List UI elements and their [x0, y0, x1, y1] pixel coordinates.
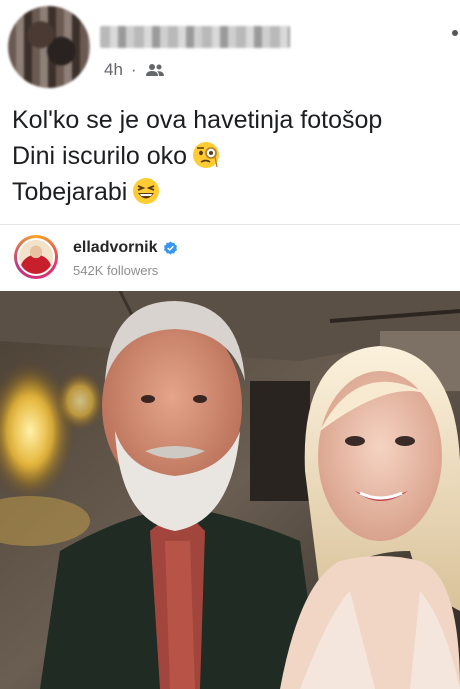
friends-icon	[145, 64, 164, 76]
post-text-line: Kol'ko se je ova havetinja fotošop	[12, 106, 383, 134]
post-photo[interactable]	[0, 291, 460, 689]
post-meta: 4h ·	[104, 60, 165, 80]
author-name-blurred[interactable]	[100, 26, 290, 48]
meta-separator: ·	[130, 60, 137, 79]
verified-badge-icon	[164, 240, 178, 255]
instagram-avatar[interactable]	[14, 235, 58, 279]
instagram-followers: 542K followers	[73, 263, 159, 278]
post-text-line: Dini iscurilo oko	[12, 138, 382, 174]
instagram-username-row: elladvornik	[73, 239, 178, 257]
post-text: Kol'ko se je ova havetinja fotošop Dini …	[12, 102, 382, 210]
post-header: 4h ·	[0, 0, 460, 90]
instagram-post-header: elladvornik 542K followers	[0, 225, 460, 291]
photo-scene	[0, 291, 460, 689]
more-options-icon[interactable]	[452, 30, 458, 36]
post-time[interactable]: 4h	[104, 60, 123, 80]
author-avatar-blurred[interactable]	[8, 6, 90, 88]
grinning-squinting-face-emoji-icon	[133, 178, 160, 204]
post-text-line: Tobejarabi	[12, 174, 382, 210]
instagram-username[interactable]: elladvornik	[73, 239, 157, 257]
face-with-monocle-emoji-icon	[193, 142, 220, 168]
